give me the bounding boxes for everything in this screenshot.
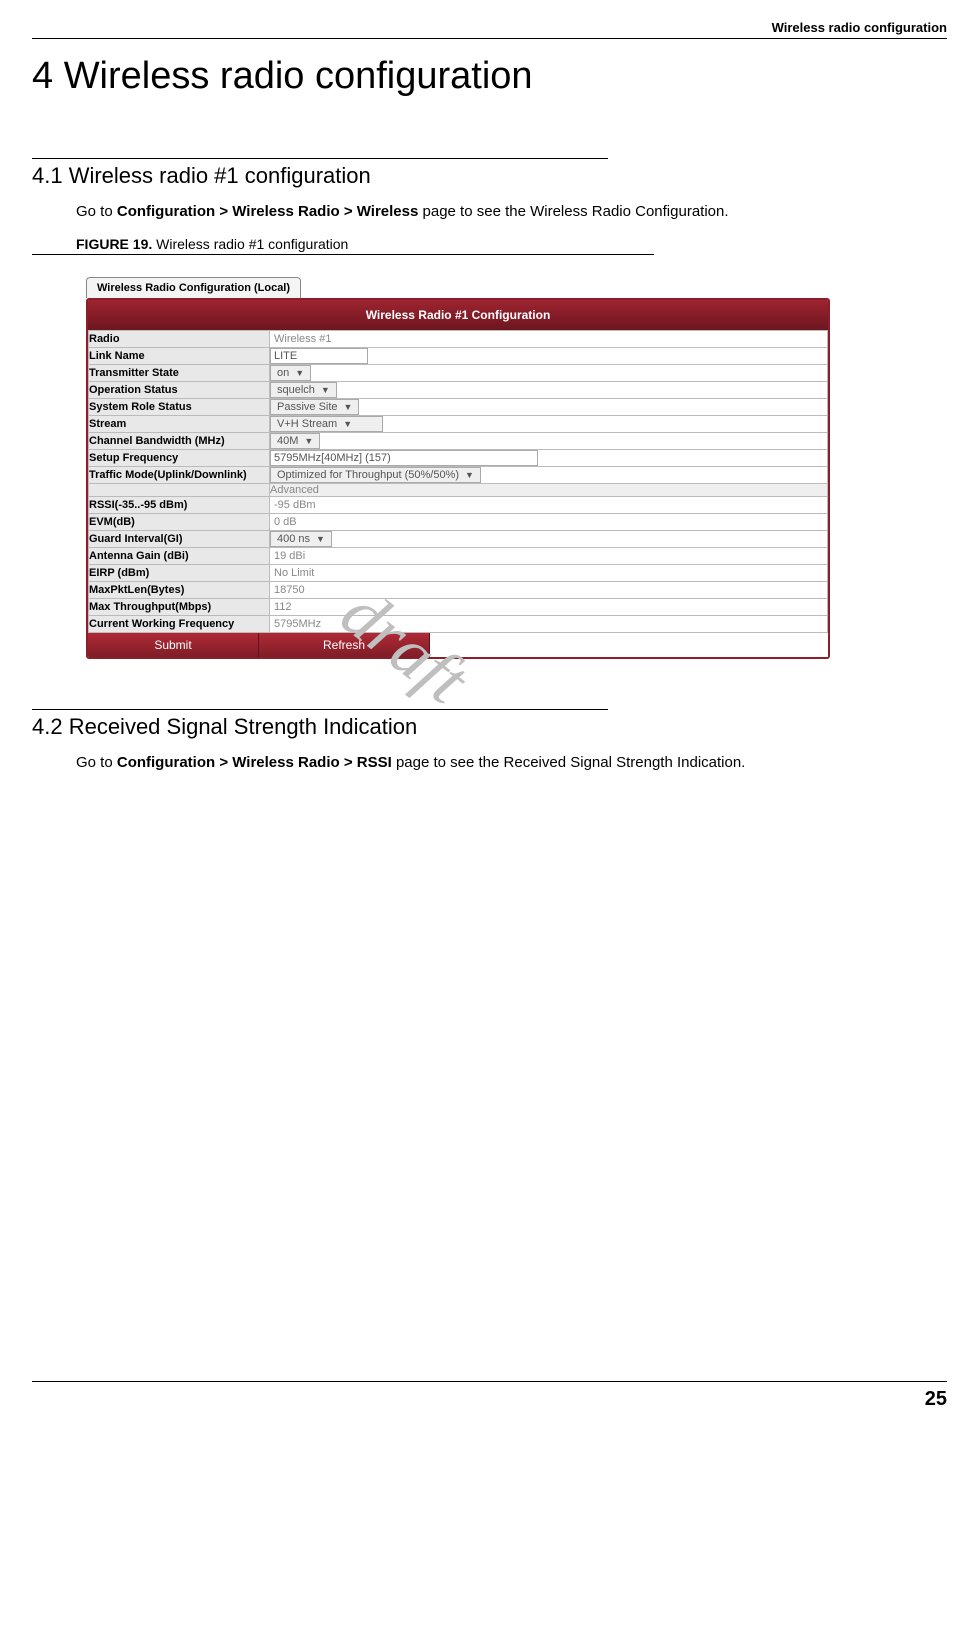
- label-gi: Guard Interval(GI): [89, 531, 270, 548]
- breadcrumb-path: Configuration > Wireless Radio > RSSI: [117, 754, 392, 771]
- section-42-title: 4.2 Received Signal Strength Indication: [32, 714, 947, 740]
- label-bw: Channel Bandwidth (MHz): [89, 433, 270, 450]
- label-maxtp: Max Throughput(Mbps): [89, 599, 270, 616]
- select-value: V+H Stream: [277, 418, 337, 430]
- page-number: 25: [925, 1388, 947, 1410]
- select-value: squelch: [277, 384, 315, 396]
- value-cwf: 5795MHz: [270, 616, 325, 632]
- refresh-button[interactable]: Refresh: [259, 633, 430, 657]
- section-rule: [32, 158, 608, 159]
- label-stream: Stream: [89, 416, 270, 433]
- advanced-label: Advanced: [270, 484, 828, 497]
- figure-title: Wireless radio #1 configuration: [152, 236, 348, 252]
- chevron-down-icon: ▼: [344, 402, 353, 412]
- value-rssi: -95 dBm: [270, 497, 320, 513]
- chevron-down-icon: ▼: [343, 419, 352, 429]
- chevron-down-icon: ▼: [321, 385, 330, 395]
- select-opstatus[interactable]: squelch ▼: [270, 382, 337, 398]
- label-blank: [89, 484, 270, 497]
- label-traffic: Traffic Mode(Uplink/Downlink): [89, 467, 270, 484]
- row-opstatus: Operation Status squelch ▼: [89, 382, 828, 399]
- header-rule: [32, 38, 947, 39]
- row-maxtp: Max Throughput(Mbps) 112: [89, 599, 828, 616]
- label-maxpkt: MaxPktLen(Bytes): [89, 582, 270, 599]
- section-42-body: Go to Configuration > Wireless Radio > R…: [76, 754, 947, 771]
- row-cwf: Current Working Frequency 5795MHz: [89, 616, 828, 633]
- label-cwf: Current Working Frequency: [89, 616, 270, 633]
- figure-rule: [32, 254, 654, 255]
- select-role[interactable]: Passive Site ▼: [270, 399, 359, 415]
- config-tab[interactable]: Wireless Radio Configuration (Local): [86, 277, 301, 298]
- row-gain: Antenna Gain (dBi) 19 dBi: [89, 548, 828, 565]
- label-opstatus: Operation Status: [89, 382, 270, 399]
- section-rule: [32, 709, 608, 710]
- row-evm: EVM(dB) 0 dB: [89, 514, 828, 531]
- row-advanced: Advanced: [89, 484, 828, 497]
- label-freq: Setup Frequency: [89, 450, 270, 467]
- select-value: 40M: [277, 435, 298, 447]
- row-rssi: RSSI(-35..-95 dBm) -95 dBm: [89, 497, 828, 514]
- chevron-down-icon: ▼: [295, 368, 304, 378]
- row-stream: Stream V+H Stream ▼: [89, 416, 828, 433]
- row-linkname: Link Name: [89, 348, 828, 365]
- text: page to see the Wireless Radio Configura…: [418, 203, 728, 220]
- figure-19: Wireless Radio Configuration (Local) Wir…: [86, 277, 830, 659]
- label-eirp: EIRP (dBm): [89, 565, 270, 582]
- label-rssi: RSSI(-35..-95 dBm): [89, 497, 270, 514]
- label-linkname: Link Name: [89, 348, 270, 365]
- input-freq[interactable]: [270, 450, 538, 466]
- value-evm: 0 dB: [270, 514, 301, 530]
- text: page to see the Received Signal Strength…: [392, 754, 746, 771]
- chevron-down-icon: ▼: [316, 534, 325, 544]
- chevron-down-icon: ▼: [304, 436, 313, 446]
- row-traffic: Traffic Mode(Uplink/Downlink) Optimized …: [89, 467, 828, 484]
- row-role: System Role Status Passive Site ▼: [89, 399, 828, 416]
- chapter-title: 4 Wireless radio configuration: [32, 55, 947, 98]
- label-evm: EVM(dB): [89, 514, 270, 531]
- select-value: Optimized for Throughput (50%/50%): [277, 469, 459, 481]
- select-traffic[interactable]: Optimized for Throughput (50%/50%) ▼: [270, 467, 481, 483]
- figure-label: FIGURE 19.: [76, 236, 152, 252]
- value-gain: 19 dBi: [270, 548, 309, 564]
- label-txstate: Transmitter State: [89, 365, 270, 382]
- label-gain: Antenna Gain (dBi): [89, 548, 270, 565]
- row-radio: Radio Wireless #1: [89, 331, 828, 348]
- button-row: Submit Refresh: [88, 633, 828, 657]
- submit-button[interactable]: Submit: [88, 633, 259, 657]
- select-txstate[interactable]: on ▼: [270, 365, 311, 381]
- select-gi[interactable]: 400 ns ▼: [270, 531, 332, 547]
- value-eirp: No Limit: [270, 565, 318, 581]
- row-bw: Channel Bandwidth (MHz) 40M ▼: [89, 433, 828, 450]
- label-role: System Role Status: [89, 399, 270, 416]
- running-head: Wireless radio configuration: [32, 20, 947, 35]
- row-txstate: Transmitter State on ▼: [89, 365, 828, 382]
- section-41-title: 4.1 Wireless radio #1 configuration: [32, 163, 947, 189]
- row-freq: Setup Frequency: [89, 450, 828, 467]
- panel-title: Wireless Radio #1 Configuration: [88, 300, 828, 330]
- section-41-body: Go to Configuration > Wireless Radio > W…: [76, 203, 947, 220]
- spacer: [430, 633, 828, 657]
- figure-19-caption: FIGURE 19. Wireless radio #1 configurati…: [76, 236, 947, 252]
- row-maxpkt: MaxPktLen(Bytes) 18750: [89, 582, 828, 599]
- value-radio: Wireless #1: [270, 331, 335, 347]
- footer: 25: [32, 1381, 947, 1411]
- select-bw[interactable]: 40M ▼: [270, 433, 320, 449]
- text: Go to: [76, 754, 117, 771]
- chevron-down-icon: ▼: [465, 470, 474, 480]
- row-gi: Guard Interval(GI) 400 ns ▼: [89, 531, 828, 548]
- select-value: on: [277, 367, 289, 379]
- config-panel: Wireless Radio #1 Configuration Radio Wi…: [86, 298, 830, 659]
- select-stream[interactable]: V+H Stream ▼: [270, 416, 383, 432]
- value-maxtp: 112: [270, 599, 296, 615]
- select-value: Passive Site: [277, 401, 338, 413]
- value-maxpkt: 18750: [270, 582, 309, 598]
- label-radio: Radio: [89, 331, 270, 348]
- row-eirp: EIRP (dBm) No Limit: [89, 565, 828, 582]
- select-value: 400 ns: [277, 533, 310, 545]
- input-linkname[interactable]: [270, 348, 368, 364]
- config-table: Radio Wireless #1 Link Name Transmitter …: [88, 330, 828, 633]
- breadcrumb-path: Configuration > Wireless Radio > Wireles…: [117, 203, 418, 220]
- text: Go to: [76, 203, 117, 220]
